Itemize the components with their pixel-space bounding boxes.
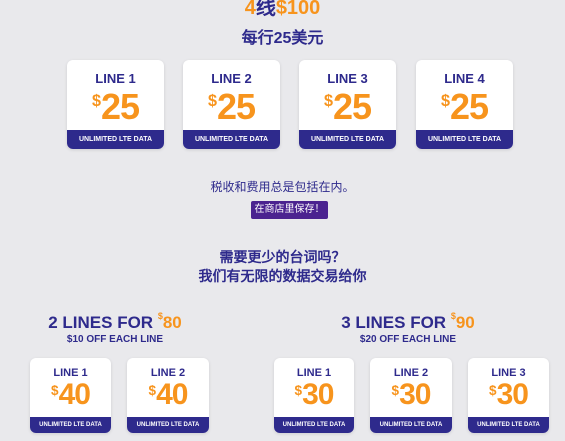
card-data-band: UNLIMITED LTE DATA [67,130,164,149]
card-data-band: UNLIMITED LTE DATA [468,417,549,433]
hero-line-count: 4 [244,0,256,19]
card-price-amount: 25 [100,86,140,127]
card-data-band: UNLIMITED LTE DATA [30,417,111,433]
currency-symbol: $ [391,382,399,398]
currency-symbol: $ [157,311,163,321]
card-price-amount: 30 [302,378,334,411]
offer-2-lines-subtitle: $10 OFF EACH LINE [66,334,164,345]
tax-note: 税收和费用总是包括在内。 [210,180,355,194]
card-data-band: UNLIMITED LTE DATA [370,417,452,433]
card-data-band: UNLIMITED LTE DATA [416,130,513,149]
currency-symbol: $ [440,91,450,110]
card-price-amount: 30 [399,378,431,411]
offer-price: 90 [455,313,475,332]
card-data-band: UNLIMITED LTE DATA [183,130,280,149]
offer-title-text: 2 LINES FOR [48,313,158,332]
card-price-amount: 40 [58,378,91,411]
card-price: $30 [370,378,452,412]
offer-3-lines-title: 3 LINES FOR $90 [313,311,503,333]
card-price: $30 [274,378,354,412]
card-price: $25 [183,86,280,128]
hero-title: 4线$100 [0,0,565,19]
card-price-amount: 30 [496,378,529,411]
card-price-amount: 25 [332,86,372,127]
currency-symbol: $ [294,382,302,398]
card-data-band: UNLIMITED LTE DATA [299,130,396,149]
card-price: $40 [127,378,209,412]
offer-title-text: 3 LINES FOR [341,313,451,332]
card-price: $30 [468,378,549,412]
currency-symbol: $ [489,382,496,398]
offer-2-lines-title: 2 LINES FOR $80 [20,311,210,333]
card-price: $40 [30,378,111,412]
hero-price: $100 [275,0,321,19]
plan-card-line-1: LINE 1 $25 UNLIMITED LTE DATA [67,60,164,149]
card-line-label: LINE 1 [95,71,136,86]
plan-card-line-3: LINE 3 $25 UNLIMITED LTE DATA [299,60,396,149]
currency-symbol: $ [91,91,101,110]
card-data-band: UNLIMITED LTE DATA [127,417,209,433]
hero-subtitle: 每行25美元 [241,30,324,47]
card-price-amount: 40 [156,378,188,411]
plan-card-line-4: LINE 4 $25 UNLIMITED LTE DATA [416,60,513,149]
currency-symbol: $ [207,91,217,110]
save-in-store-button[interactable]: 在商店里保存！ [251,201,328,219]
currency-symbol: $ [51,382,58,398]
plan-card-line-2: LINE 2 $25 UNLIMITED LTE DATA [183,60,280,149]
card-price: $25 [67,86,164,128]
currency-symbol: $ [148,382,156,398]
offer-price: 80 [162,313,182,332]
card-price-amount: 25 [216,86,256,127]
card-price: $25 [416,86,513,128]
offer-3-card-line-1: LINE 1 $30 UNLIMITED LTE DATA [274,358,354,433]
card-data-band: UNLIMITED LTE DATA [274,417,354,433]
offer-3-lines-subtitle: $20 OFF EACH LINE [359,334,457,345]
card-price: $25 [299,86,396,128]
card-line-label: LINE 3 [327,71,368,86]
offer-2-card-line-1: LINE 1 $40 UNLIMITED LTE DATA [30,358,111,433]
unlimited-deal-tagline: 我们有无限的数据交易给你 [198,268,367,284]
offer-2-card-line-2: LINE 2 $40 UNLIMITED LTE DATA [127,358,209,433]
currency-symbol: $ [450,311,456,321]
card-line-label: LINE 2 [211,71,252,86]
card-price-amount: 25 [449,86,489,127]
offer-3-card-line-2: LINE 2 $30 UNLIMITED LTE DATA [370,358,452,433]
fewer-lines-question: 需要更少的台词吗？ [219,249,346,265]
offer-3-card-line-3: LINE 3 $30 UNLIMITED LTE DATA [468,358,549,433]
card-line-label: LINE 4 [444,71,485,86]
hero-line-word: 线 [255,0,276,19]
currency-symbol: $ [323,91,333,110]
